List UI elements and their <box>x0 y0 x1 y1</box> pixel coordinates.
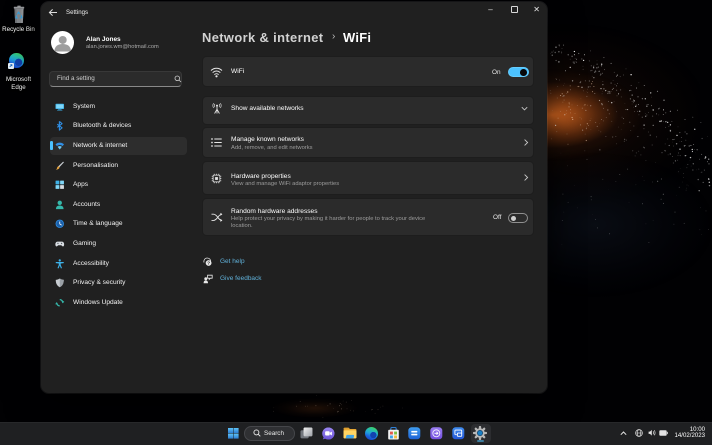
svg-text:?: ? <box>207 261 210 266</box>
